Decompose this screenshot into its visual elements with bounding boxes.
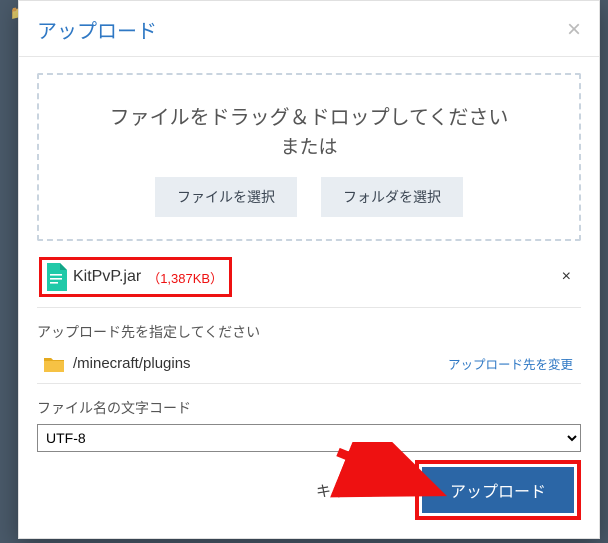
close-icon[interactable]: × <box>567 18 581 42</box>
folder-icon <box>43 355 65 373</box>
upload-button[interactable]: アップロード <box>422 467 574 513</box>
file-row: KitPvP.jar （1,387KB） × <box>37 255 581 308</box>
encoding-select[interactable]: UTF-8 <box>37 424 581 452</box>
remove-file-button[interactable]: × <box>556 266 577 288</box>
destination-row: /minecraft/plugins アップロード先を変更 <box>37 348 581 384</box>
dropzone-main-text: ファイルをドラッグ＆ドロップしてください <box>51 101 567 130</box>
cancel-button[interactable]: キャンセル <box>306 472 401 509</box>
destination-label: アップロード先を指定してください <box>37 322 581 342</box>
modal-body: ファイルをドラッグ＆ドロップしてください または ファイルを選択 フォルダを選択 <box>19 57 599 460</box>
dropzone[interactable]: ファイルをドラッグ＆ドロップしてください または ファイルを選択 フォルダを選択 <box>37 73 581 241</box>
modal-header: アップロード × <box>19 1 599 57</box>
file-size: （1,387KB） <box>147 268 223 287</box>
change-destination-link[interactable]: アップロード先を変更 <box>448 354 573 373</box>
select-file-button[interactable]: ファイルを選択 <box>155 177 297 217</box>
encoding-label: ファイル名の文字コード <box>37 398 581 418</box>
annotation-highlight-submit: アップロード <box>415 460 581 520</box>
destination-path: /minecraft/plugins <box>73 355 191 372</box>
modal-title: アップロード <box>37 15 157 44</box>
dropzone-or-text: または <box>51 132 567 159</box>
file-name: KitPvP.jar <box>73 268 141 286</box>
select-folder-button[interactable]: フォルダを選択 <box>321 177 463 217</box>
annotation-highlight-file: KitPvP.jar （1,387KB） <box>39 257 232 297</box>
upload-modal: アップロード × ファイルをドラッグ＆ドロップしてください または ファイルを選… <box>18 0 600 539</box>
file-icon <box>45 263 67 291</box>
modal-footer: キャンセル アップロード <box>19 460 599 538</box>
